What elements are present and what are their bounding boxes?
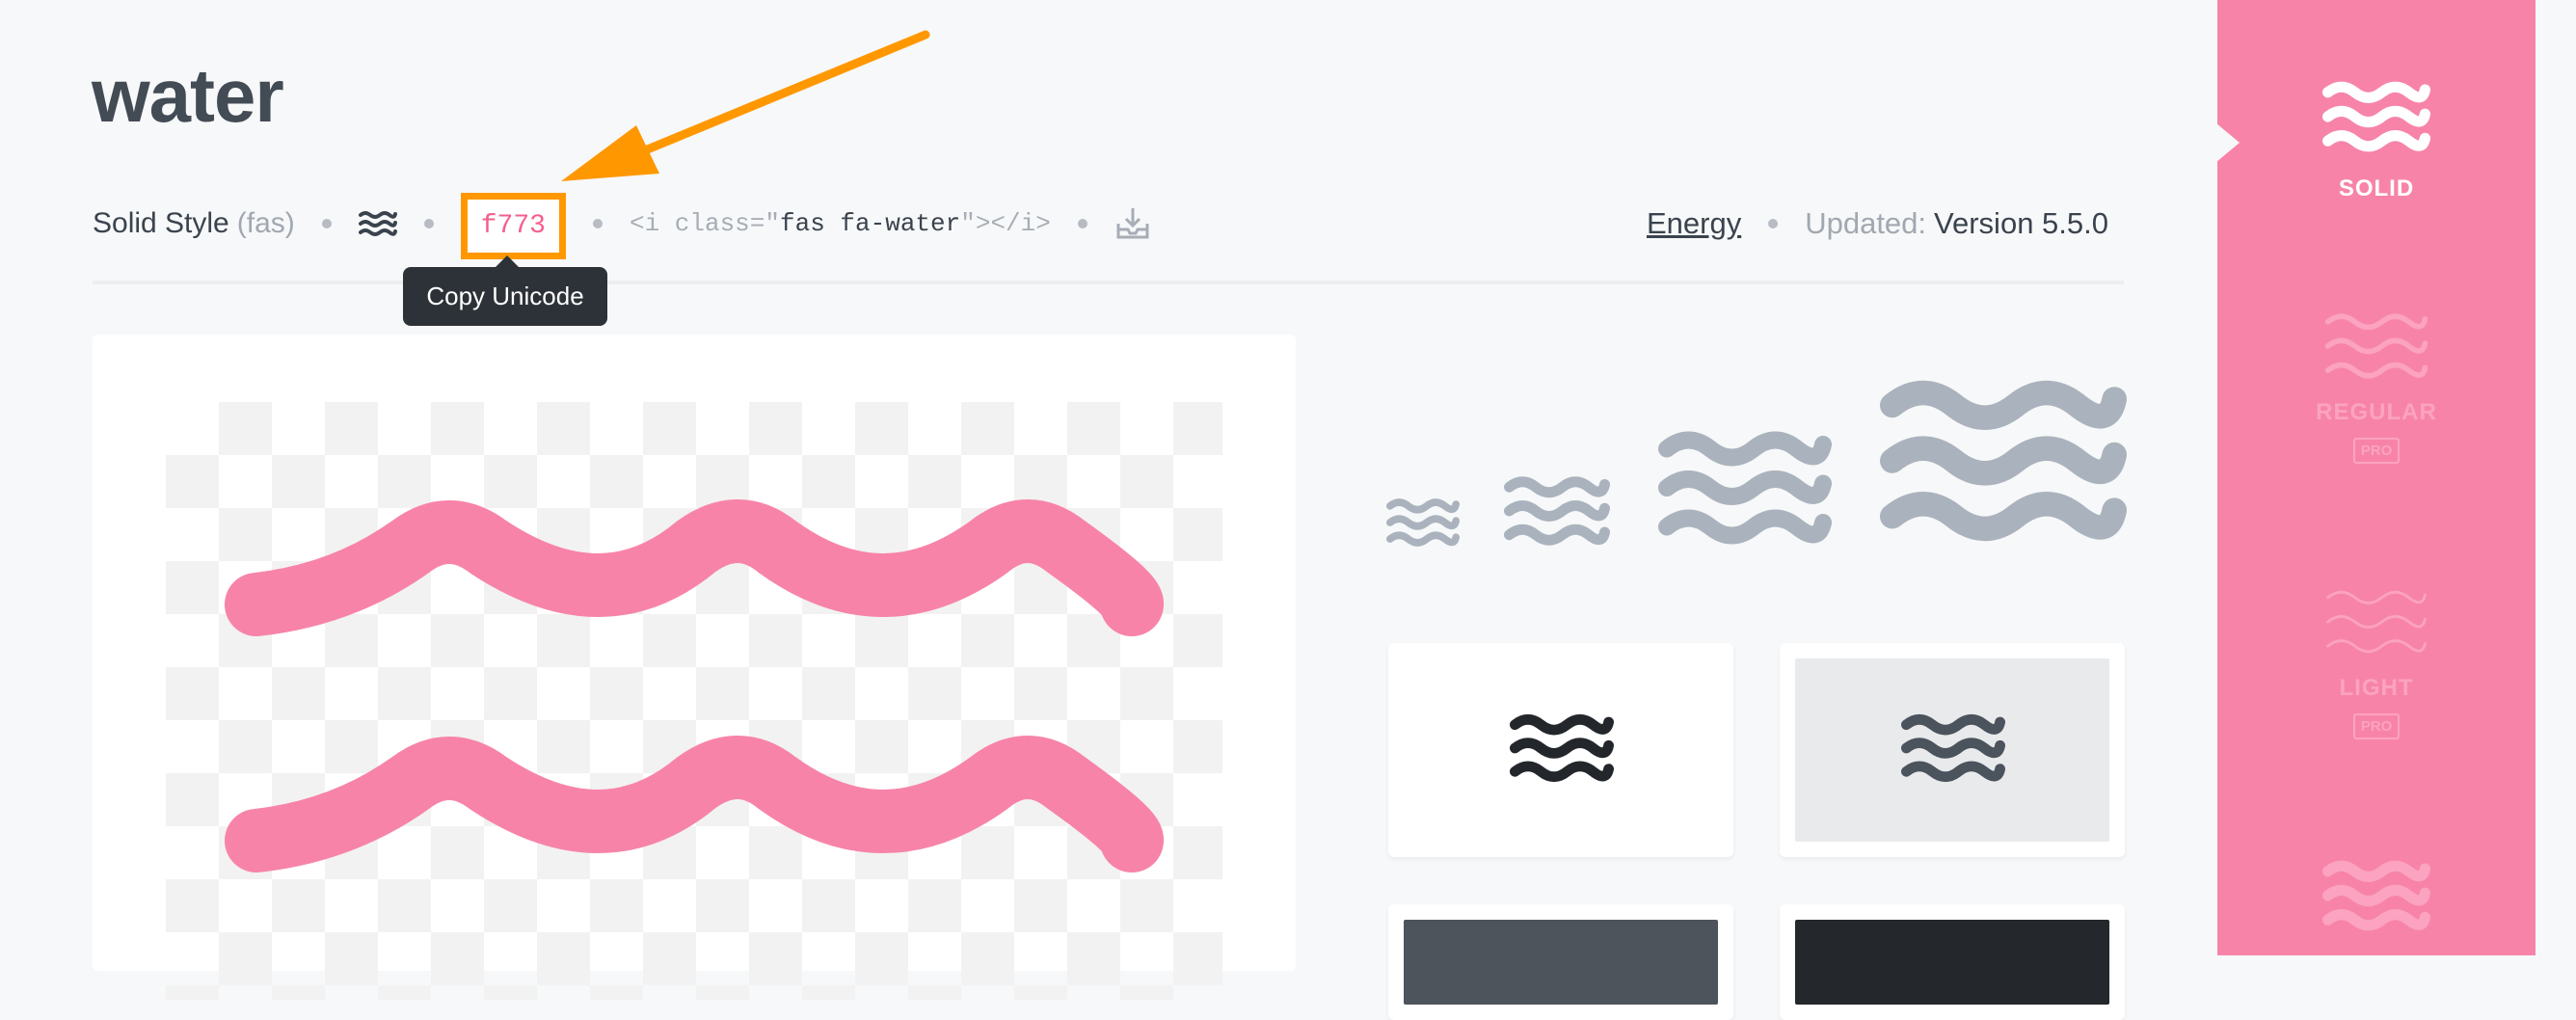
- separator-dot: [1768, 219, 1779, 228]
- download-icon[interactable]: [1114, 206, 1151, 241]
- pro-badge: PRO: [2352, 713, 2401, 739]
- icon-size-preview: [1379, 347, 2131, 550]
- style-option-label: REGULAR: [2316, 399, 2437, 425]
- tile-background: [1795, 920, 2109, 1005]
- style-option-light[interactable]: LIGHT PRO: [2217, 582, 2536, 739]
- divider: [93, 281, 2124, 284]
- water-icon: [2324, 313, 2428, 379]
- water-icon: [225, 499, 1164, 872]
- water-icon[interactable]: [358, 210, 397, 237]
- water-icon: [1504, 476, 1610, 546]
- preview-tile-light-gray[interactable]: [1780, 643, 2125, 857]
- category-link[interactable]: Energy: [1647, 206, 1741, 241]
- separator-dot: [592, 219, 603, 228]
- separator-dot: [423, 219, 434, 228]
- style-option-solid[interactable]: SOLID: [2217, 77, 2536, 202]
- preview-tile-white[interactable]: [1388, 643, 1733, 857]
- water-icon: [1658, 431, 1832, 545]
- code-close: "></i>: [960, 209, 1051, 238]
- style-option-label: SOLID: [2338, 175, 2415, 201]
- code-class: fas fa-water: [780, 209, 961, 238]
- updated-version: Version 5.5.0: [1934, 206, 2108, 240]
- style-option-label: LIGHT: [2339, 675, 2414, 701]
- style-sidebar: SOLID REGULAR PRO LIGHT PRO: [2216, 0, 2536, 955]
- style-label: Solid Style: [93, 207, 229, 239]
- preview-tile-dark-gray[interactable]: [1388, 904, 1733, 1020]
- unicode-copy-button[interactable]: f773: [460, 192, 566, 259]
- style-option-duotone[interactable]: [2217, 856, 2536, 935]
- water-icon: [2326, 590, 2427, 654]
- water-icon: [1386, 498, 1460, 547]
- code-open: <i class=": [629, 209, 780, 238]
- style-option-regular[interactable]: REGULAR PRO: [2217, 307, 2536, 464]
- water-icon: [2322, 860, 2430, 931]
- annotation-arrow: [561, 30, 930, 181]
- copy-unicode-tooltip: Copy Unicode: [403, 255, 607, 326]
- water-icon: [1880, 380, 2127, 542]
- html-snippet-button[interactable]: <i class="fas fa-water"></i>: [630, 209, 1051, 238]
- icon-preview-card: [93, 335, 1296, 1000]
- tile-background: [1404, 920, 1718, 1005]
- icon-info-bar: Energy Updated: Version 5.5.0: [1647, 204, 2108, 243]
- style-prefix: (fas): [236, 207, 295, 239]
- water-icon: [2322, 81, 2430, 152]
- water-icon: [1510, 713, 1614, 783]
- pro-badge: PRO: [2352, 438, 2401, 464]
- separator-dot: [321, 219, 332, 228]
- updated-label: Updated:: [1805, 206, 1927, 240]
- preview-tile-black[interactable]: [1780, 904, 2125, 1020]
- page-title: water: [92, 53, 284, 138]
- icon-meta-bar: Solid Style (fas) f773 <i class="fas fa-…: [93, 192, 1151, 259]
- separator-dot: [1077, 219, 1087, 228]
- water-icon: [1901, 713, 2005, 783]
